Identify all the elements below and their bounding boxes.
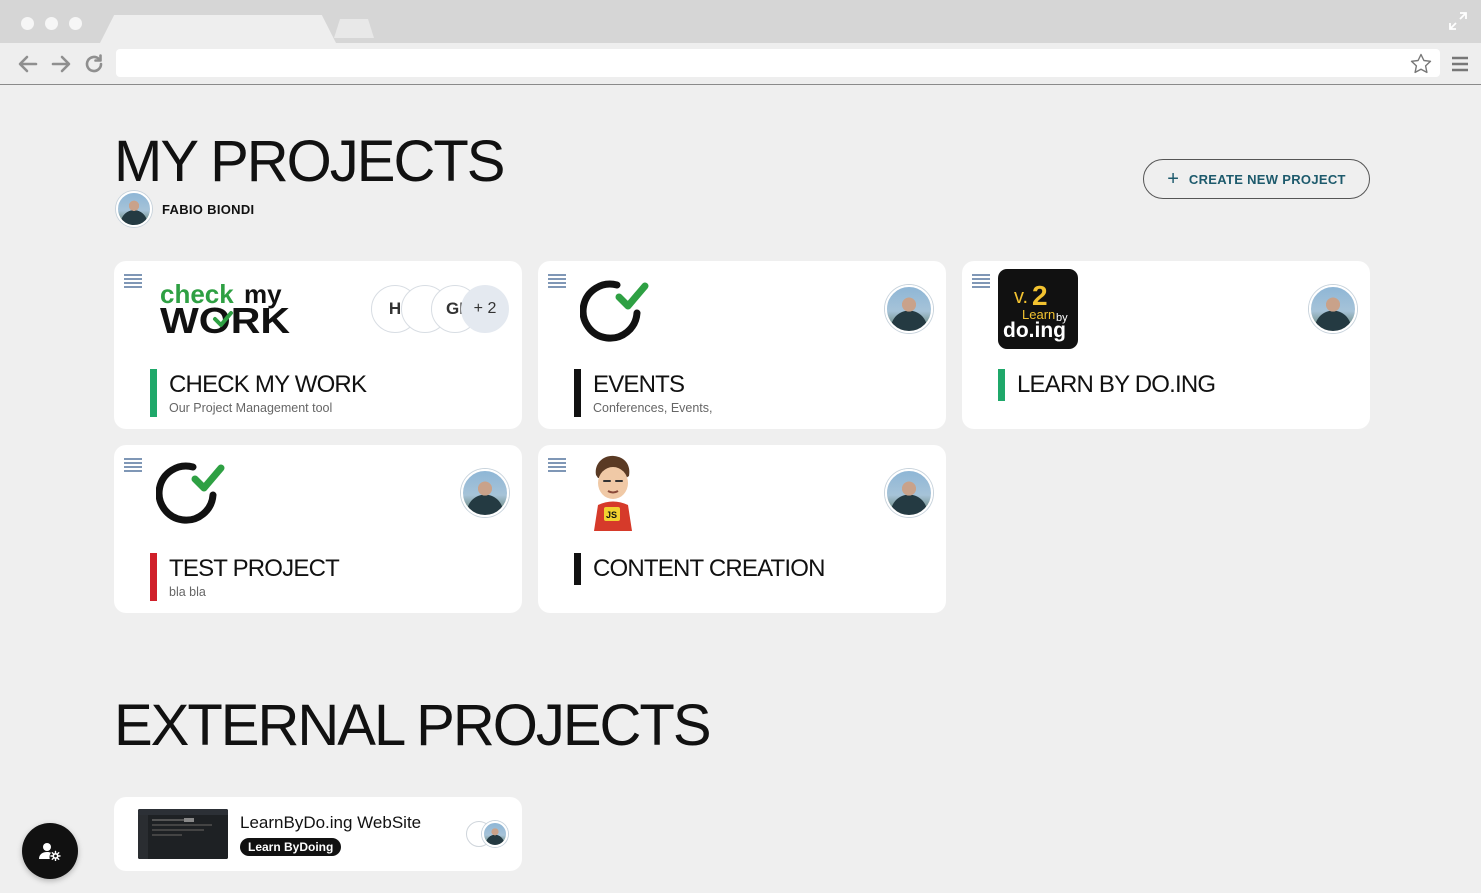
project-title: EVENTS <box>593 371 685 398</box>
project-title: TEST PROJECT <box>169 555 340 582</box>
project-accent-bar <box>150 553 157 601</box>
member-avatar[interactable] <box>1309 285 1357 333</box>
page-title: MY PROJECTS <box>114 129 505 194</box>
project-card-content-creation[interactable]: JS CONTENT CREATION <box>538 445 946 613</box>
hamburger-menu-icon[interactable] <box>1451 55 1469 73</box>
window-maximize-dot[interactable] <box>69 17 82 30</box>
project-owner: FABIO BIONDI <box>116 191 254 227</box>
create-new-project-button[interactable]: + CREATE NEW PROJECT <box>1143 159 1370 199</box>
user-settings-icon <box>39 843 61 861</box>
svg-text:do.ing: do.ing <box>1003 319 1066 342</box>
create-new-project-label: CREATE NEW PROJECT <box>1188 171 1346 187</box>
address-bar[interactable] <box>116 49 1440 77</box>
project-card-check-my-work[interactable]: check my WORK H GI + 2 CHECK MY WORK Our… <box>114 261 522 429</box>
drag-handle-icon[interactable] <box>548 274 566 288</box>
svg-text:JS: JS <box>606 510 617 520</box>
project-title: CHECK MY WORK <box>169 371 367 398</box>
project-card-events[interactable]: EVENTS Conferences, Events, <box>538 261 946 429</box>
user-settings-button[interactable] <box>22 823 78 879</box>
project-accent-bar <box>998 369 1005 401</box>
project-card-learn-by-doing[interactable]: v. 2 Learn by do.ing LEARN BY DO.ING <box>962 261 1370 429</box>
forward-arrow-icon[interactable] <box>50 53 72 75</box>
project-accent-bar <box>574 553 581 585</box>
learnbydoing-logo: v. 2 Learn by do.ing <box>998 269 1078 349</box>
external-project-card[interactable]: LearnByDo.ing WebSite Learn ByDoing <box>114 797 522 871</box>
owner-avatar <box>116 191 152 227</box>
window-minimize-dot[interactable] <box>45 17 58 30</box>
more-members-badge[interactable]: + 2 <box>461 285 509 333</box>
drag-handle-icon[interactable] <box>124 274 142 288</box>
browser-tab-bar <box>0 0 1481 43</box>
external-projects-title: EXTERNAL PROJECTS <box>114 693 712 758</box>
member-avatar[interactable] <box>461 469 509 517</box>
project-title: CONTENT CREATION <box>593 555 825 582</box>
back-arrow-icon[interactable] <box>17 53 39 75</box>
project-members: H GI + 2 <box>371 285 509 333</box>
project-accent-bar <box>150 369 157 417</box>
project-card-test-project[interactable]: TEST PROJECT bla bla <box>114 445 522 613</box>
external-project-members <box>466 821 510 847</box>
drag-handle-icon[interactable] <box>972 274 990 288</box>
project-subtitle: Conferences, Events, <box>593 401 713 415</box>
drag-handle-icon[interactable] <box>548 458 566 472</box>
plus-icon: + <box>1167 168 1179 190</box>
svg-text:v.: v. <box>1014 286 1028 308</box>
window-close-dot[interactable] <box>21 17 34 30</box>
reload-icon[interactable] <box>83 53 105 75</box>
external-project-thumbnail <box>138 809 228 859</box>
cartoon-avatar-logo: JS <box>594 455 632 531</box>
project-subtitle: bla bla <box>169 585 206 599</box>
checkmywork-logo: check my WORK <box>160 279 292 341</box>
member-avatar[interactable] <box>482 821 508 847</box>
external-project-badge: Learn ByDoing <box>240 838 342 856</box>
external-project-title: LearnByDo.ing WebSite <box>240 813 422 832</box>
browser-toolbar <box>0 43 1481 85</box>
check-circle-logo-icon <box>156 462 225 524</box>
expand-icon[interactable] <box>1449 12 1467 30</box>
project-accent-bar <box>574 369 581 417</box>
project-subtitle: Our Project Management tool <box>169 401 333 415</box>
star-icon[interactable] <box>1409 52 1433 76</box>
owner-name: FABIO BIONDI <box>162 201 255 217</box>
browser-new-tab[interactable] <box>334 19 374 38</box>
member-avatar[interactable] <box>885 469 933 517</box>
check-circle-logo-icon <box>580 280 649 342</box>
member-avatar[interactable] <box>885 285 933 333</box>
browser-tab-active[interactable] <box>100 15 336 43</box>
project-title: LEARN BY DO.ING <box>1017 371 1216 398</box>
drag-handle-icon[interactable] <box>124 458 142 472</box>
